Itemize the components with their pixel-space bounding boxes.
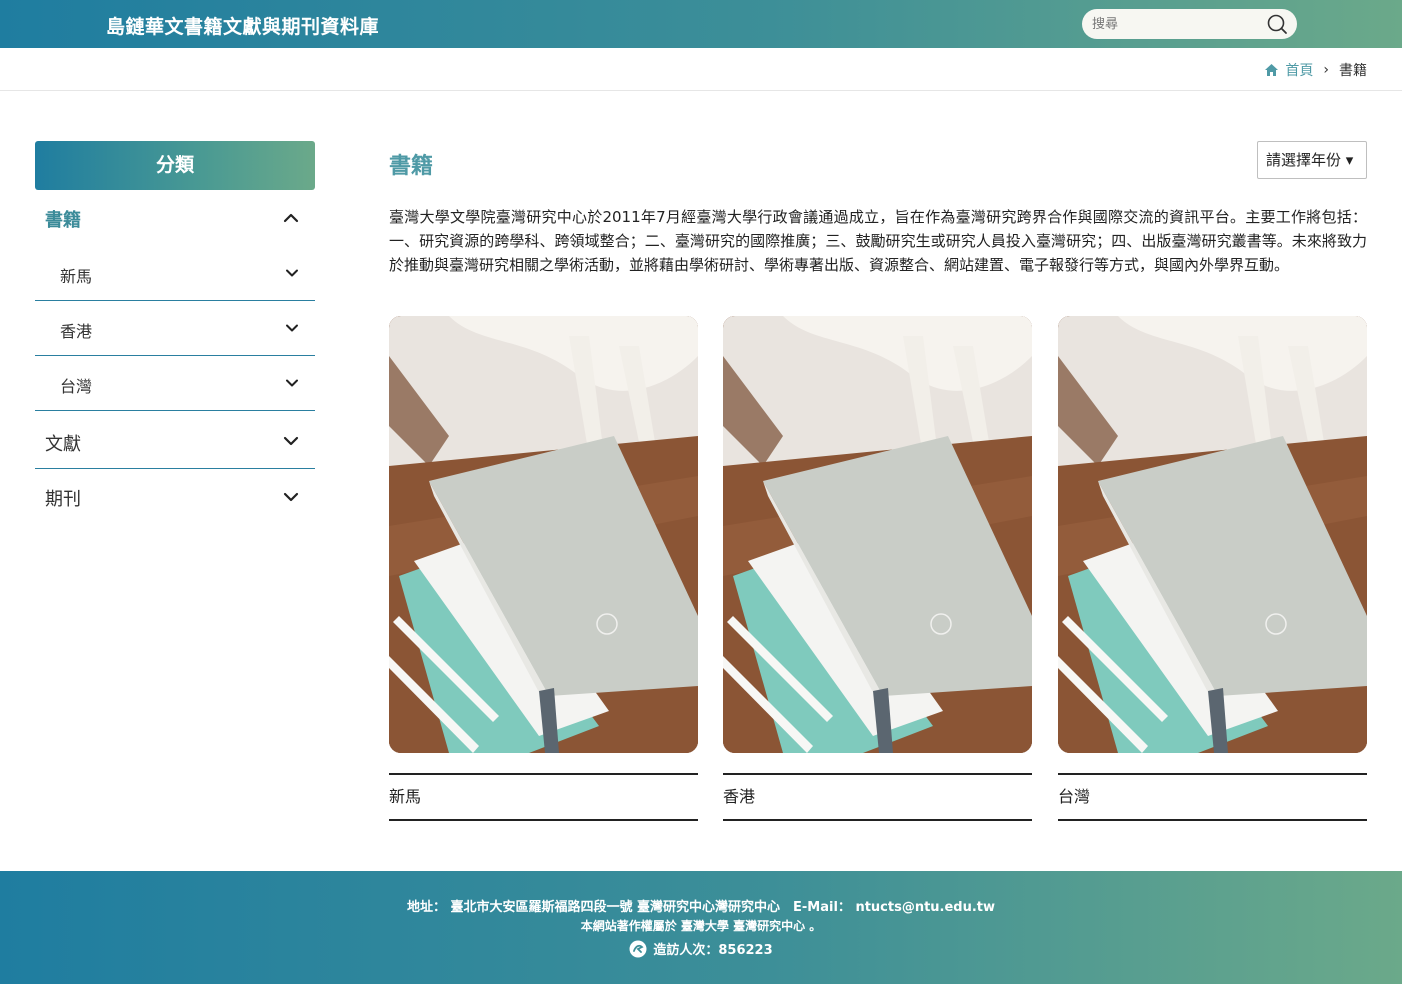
category-label: 書籍 xyxy=(45,210,81,231)
site-footer: 地址： 臺北市大安區羅斯福路四段一號 臺灣研究中心灣研究中心 E-Mail： n… xyxy=(0,871,1402,984)
breadcrumb-separator: › xyxy=(1323,62,1329,78)
visitor-icon xyxy=(629,940,647,957)
category-label: 期刊 xyxy=(45,489,81,510)
category-label: 文獻 xyxy=(45,434,81,455)
page-title: 書籍 xyxy=(389,154,434,179)
search-icon[interactable] xyxy=(1266,13,1288,35)
subcategory-taiwan[interactable]: 台灣 xyxy=(35,356,315,411)
sidebar-heading: 分類 xyxy=(35,141,315,190)
subcategory-xinma[interactable]: 新馬 xyxy=(35,246,315,301)
category-sidebar: 分類 書籍 新馬 香港 台灣 文獻 期刊 xyxy=(35,141,315,525)
book-cover-image[interactable] xyxy=(1058,316,1367,753)
intro-paragraph: 臺灣大學文學院臺灣研究中心於2011年7月經臺灣大學行政會議通過成立，旨在作為臺… xyxy=(389,208,1367,274)
footer-copyright: 本網站著作權屬於 臺灣大學 臺灣研究中心 。 xyxy=(580,919,822,933)
chevron-down-icon xyxy=(286,324,298,332)
breadcrumb-bar: 首頁 › 書籍 xyxy=(0,48,1402,91)
chevron-up-icon xyxy=(283,213,299,223)
book-card-taiwan[interactable]: 台灣 xyxy=(1058,316,1367,821)
book-cover-image[interactable] xyxy=(389,316,698,753)
book-card-label[interactable]: 台灣 xyxy=(1058,773,1367,821)
subcategory-label: 香港 xyxy=(60,322,93,341)
category-journals[interactable]: 期刊 xyxy=(35,469,315,525)
book-card-hongkong[interactable]: 香港 xyxy=(723,316,1032,821)
book-card-xinma[interactable]: 新馬 xyxy=(389,316,698,821)
book-card-label[interactable]: 香港 xyxy=(723,773,1032,821)
subcategory-label: 台灣 xyxy=(60,377,93,396)
footer-visitor-counter: 造訪人次：856223 xyxy=(0,939,1402,958)
book-cover-image[interactable] xyxy=(723,316,1032,753)
breadcrumb-home-link[interactable]: 首頁 xyxy=(1264,60,1313,80)
breadcrumb-current: 書籍 xyxy=(1339,63,1367,79)
category-documents[interactable]: 文獻 xyxy=(35,411,315,469)
chevron-down-icon xyxy=(286,269,298,277)
site-title[interactable]: 島鏈華文書籍文獻與期刊資料庫 xyxy=(106,12,379,39)
year-select[interactable]: 請選擇年份 ▾ xyxy=(1257,141,1367,179)
home-icon xyxy=(1265,64,1279,76)
chevron-down-icon xyxy=(286,379,298,387)
top-header: 島鏈華文書籍文獻與期刊資料庫 xyxy=(0,0,1402,48)
subcategory-label: 新馬 xyxy=(60,267,93,286)
breadcrumb-home-label: 首頁 xyxy=(1285,63,1314,79)
visitor-count: 造訪人次：856223 xyxy=(653,943,773,958)
search-input[interactable] xyxy=(1092,13,1262,35)
subcategory-hongkong[interactable]: 香港 xyxy=(35,301,315,356)
breadcrumb: 首頁 › 書籍 xyxy=(1264,60,1367,80)
search-box xyxy=(1082,9,1297,39)
chevron-down-icon xyxy=(283,436,299,446)
category-books[interactable]: 書籍 xyxy=(35,190,315,246)
footer-address: 地址： 臺北市大安區羅斯福路四段一號 臺灣研究中心灣研究中心 E-Mail： n… xyxy=(406,900,996,915)
book-card-label[interactable]: 新馬 xyxy=(389,773,698,821)
chevron-down-icon xyxy=(283,492,299,502)
